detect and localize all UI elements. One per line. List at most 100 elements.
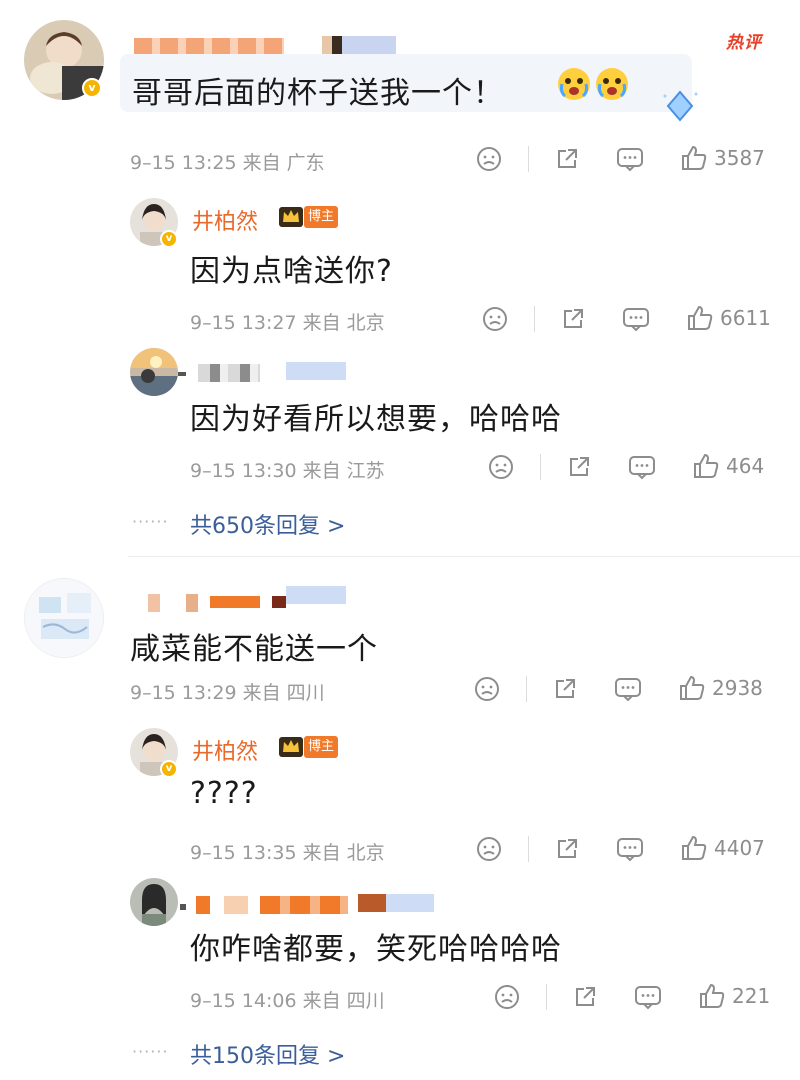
reply-button[interactable]	[616, 836, 644, 862]
view-more-replies-link[interactable]: 共650条回复 >	[190, 508, 345, 540]
dislike-button[interactable]	[482, 306, 508, 332]
like-button[interactable]: 464	[692, 452, 764, 480]
share-button[interactable]	[566, 454, 592, 480]
avatar[interactable]	[130, 878, 178, 926]
view-more-replies-link[interactable]: 共150条回复 >	[190, 1038, 345, 1070]
divider	[528, 836, 529, 862]
verified-icon: v	[160, 760, 178, 778]
like-button[interactable]: 221	[698, 982, 770, 1010]
username-blurred	[272, 596, 286, 608]
reply-text: 因为点啥送你?	[190, 254, 393, 289]
share-button[interactable]	[552, 676, 578, 702]
reply-text: 因为好看所以想要，哈哈哈	[190, 402, 562, 437]
avatar[interactable]	[130, 348, 178, 396]
divider	[534, 306, 535, 332]
author-name[interactable]: 井柏然	[192, 204, 258, 236]
sad-face-icon	[477, 147, 501, 171]
comment-text: 哥哥后面的杯子送我一个！	[132, 76, 504, 111]
username-blurred	[198, 364, 260, 382]
thumbs-up-icon	[680, 675, 705, 700]
thumbs-up-icon	[682, 145, 707, 170]
comment-icon	[623, 308, 649, 332]
dislike-button[interactable]	[476, 146, 502, 172]
more-dots: ······	[132, 1042, 169, 1061]
more-dots: ······	[132, 512, 169, 531]
verified-icon: v	[82, 78, 102, 98]
sad-face-icon	[475, 677, 499, 701]
reply-button[interactable]	[616, 146, 644, 172]
like-count: 2938	[712, 676, 763, 700]
author-name[interactable]: 井柏然	[192, 734, 258, 766]
like-button[interactable]: 2938	[678, 674, 763, 702]
dislike-button[interactable]	[476, 836, 502, 862]
reply-meta: 9–15 14:06 来自 四川	[190, 990, 385, 1012]
username-blurred	[196, 896, 210, 914]
divider	[546, 984, 547, 1010]
crown-icon	[279, 737, 303, 757]
dislike-button[interactable]	[494, 984, 520, 1010]
username-blurred	[224, 896, 248, 914]
sad-face-icon	[489, 455, 513, 479]
dislike-button[interactable]	[474, 676, 500, 702]
username-blurred	[260, 896, 348, 914]
share-button[interactable]	[554, 836, 580, 862]
thumbs-up-icon	[682, 835, 707, 860]
sad-face-icon	[477, 837, 501, 861]
comment-icon	[635, 986, 661, 1010]
comment-icon	[617, 148, 643, 172]
comment-meta: 9–15 13:25 来自 广东	[130, 152, 325, 174]
comment-icon	[629, 456, 655, 480]
reply-button[interactable]	[622, 306, 650, 332]
sad-face-icon	[495, 985, 519, 1009]
like-button[interactable]: 4407	[680, 834, 765, 862]
username-blurred	[180, 904, 186, 910]
verified-icon: v	[160, 230, 178, 248]
comment-icon	[615, 678, 641, 702]
share-icon	[558, 839, 577, 858]
comment-text: 咸菜能不能送一个	[130, 632, 378, 667]
like-count: 221	[732, 984, 771, 1008]
reply-text: ????	[190, 776, 258, 811]
like-count: 3587	[714, 146, 765, 170]
username-blurred	[322, 36, 396, 54]
thumbs-up-icon	[688, 305, 713, 330]
username-blurred	[186, 594, 198, 612]
like-button[interactable]: 6611	[686, 304, 771, 332]
diamond-icon	[663, 90, 698, 122]
share-icon	[576, 987, 595, 1006]
reply-button[interactable]	[614, 676, 642, 702]
sad-face-icon	[483, 307, 507, 331]
reply-button[interactable]	[628, 454, 656, 480]
username-blurred	[178, 372, 186, 376]
divider	[540, 454, 541, 480]
like-count: 6611	[720, 306, 771, 330]
crown-icon	[279, 207, 303, 227]
share-icon	[570, 457, 589, 476]
username-blurred	[210, 596, 260, 608]
dislike-button[interactable]	[488, 454, 514, 480]
comment-icon	[617, 838, 643, 862]
reply-meta: 9–15 13:35 来自 北京	[190, 842, 385, 864]
share-button[interactable]	[572, 984, 598, 1010]
divider	[528, 146, 529, 172]
share-icon	[564, 309, 583, 328]
username-blurred	[358, 894, 434, 912]
share-icon	[556, 679, 575, 698]
comment-meta: 9–15 13:29 来自 四川	[130, 682, 325, 704]
crying-emoji-icon	[558, 68, 590, 100]
share-button[interactable]	[554, 146, 580, 172]
username-blurred	[148, 594, 160, 612]
thumbs-up-icon	[694, 453, 719, 478]
username-blurred	[286, 586, 346, 604]
thumbs-up-icon	[700, 983, 725, 1008]
blogger-badge: 博主	[304, 736, 339, 758]
like-button[interactable]: 3587	[680, 144, 765, 172]
hot-comment-badge: 热评	[726, 33, 762, 53]
share-button[interactable]	[560, 306, 586, 332]
like-count: 4407	[714, 836, 765, 860]
reply-meta: 9–15 13:30 来自 江苏	[190, 460, 385, 482]
reply-button[interactable]	[634, 984, 662, 1010]
username-blurred	[286, 362, 346, 380]
crying-emoji-icon	[596, 68, 628, 100]
avatar[interactable]	[24, 578, 104, 658]
